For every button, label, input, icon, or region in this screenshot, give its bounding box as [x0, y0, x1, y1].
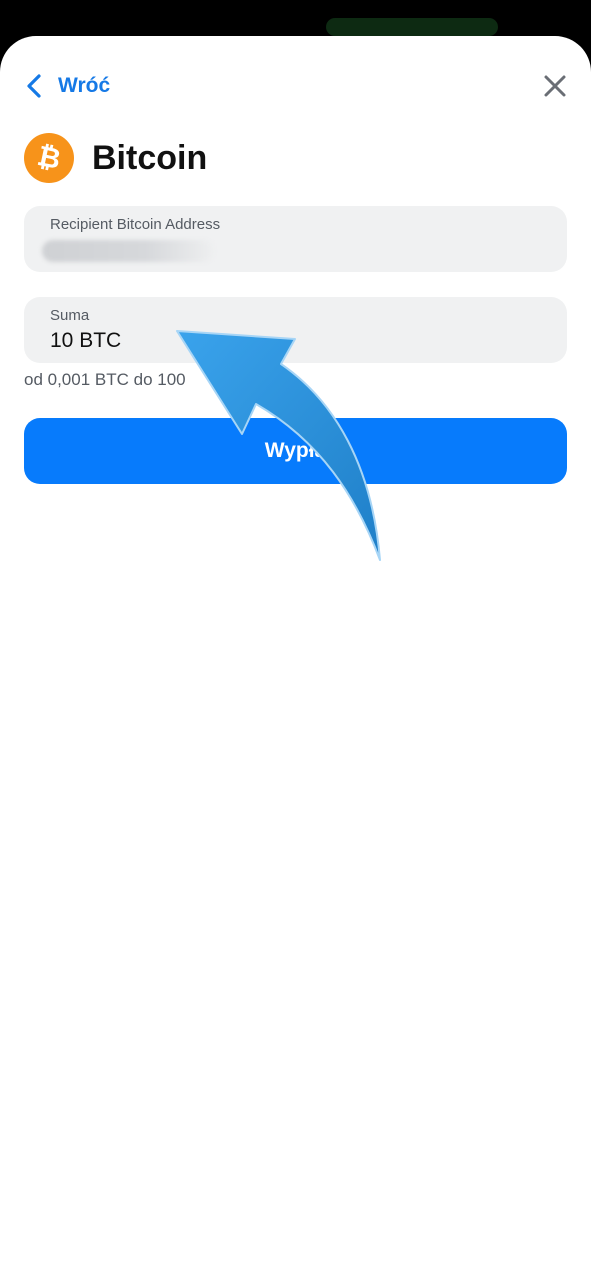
bitcoin-icon: ₿	[24, 133, 74, 183]
recipient-address-label: Recipient Bitcoin Address	[50, 216, 221, 233]
withdraw-button[interactable]: Wypła	[24, 418, 567, 484]
close-icon	[544, 75, 566, 97]
svg-text:₿: ₿	[35, 139, 64, 176]
page-title: Bitcoin	[92, 138, 208, 177]
limits-hint: od 0,001 BTC do 100	[24, 370, 186, 389]
back-button[interactable]: Wróć	[24, 72, 110, 100]
amount-field[interactable]: Suma 10 BTC	[24, 297, 567, 363]
status-bar	[0, 0, 591, 40]
recipient-address-field[interactable]: Recipient Bitcoin Address	[24, 206, 567, 272]
amount-label: Suma	[50, 307, 90, 324]
withdraw-button-label: Wypła	[264, 439, 327, 462]
close-button[interactable]	[541, 72, 569, 100]
asset-header: ₿ Bitcoin	[24, 132, 207, 184]
withdraw-sheet: Wróć ₿ Bitcoin Recipient Bitcoin Address…	[0, 36, 591, 1280]
chevron-left-icon	[24, 72, 44, 100]
status-indicator	[326, 18, 498, 36]
back-label: Wróć	[58, 74, 111, 97]
amount-value: 10 BTC	[50, 329, 122, 352]
recipient-address-value-redacted	[42, 240, 214, 262]
